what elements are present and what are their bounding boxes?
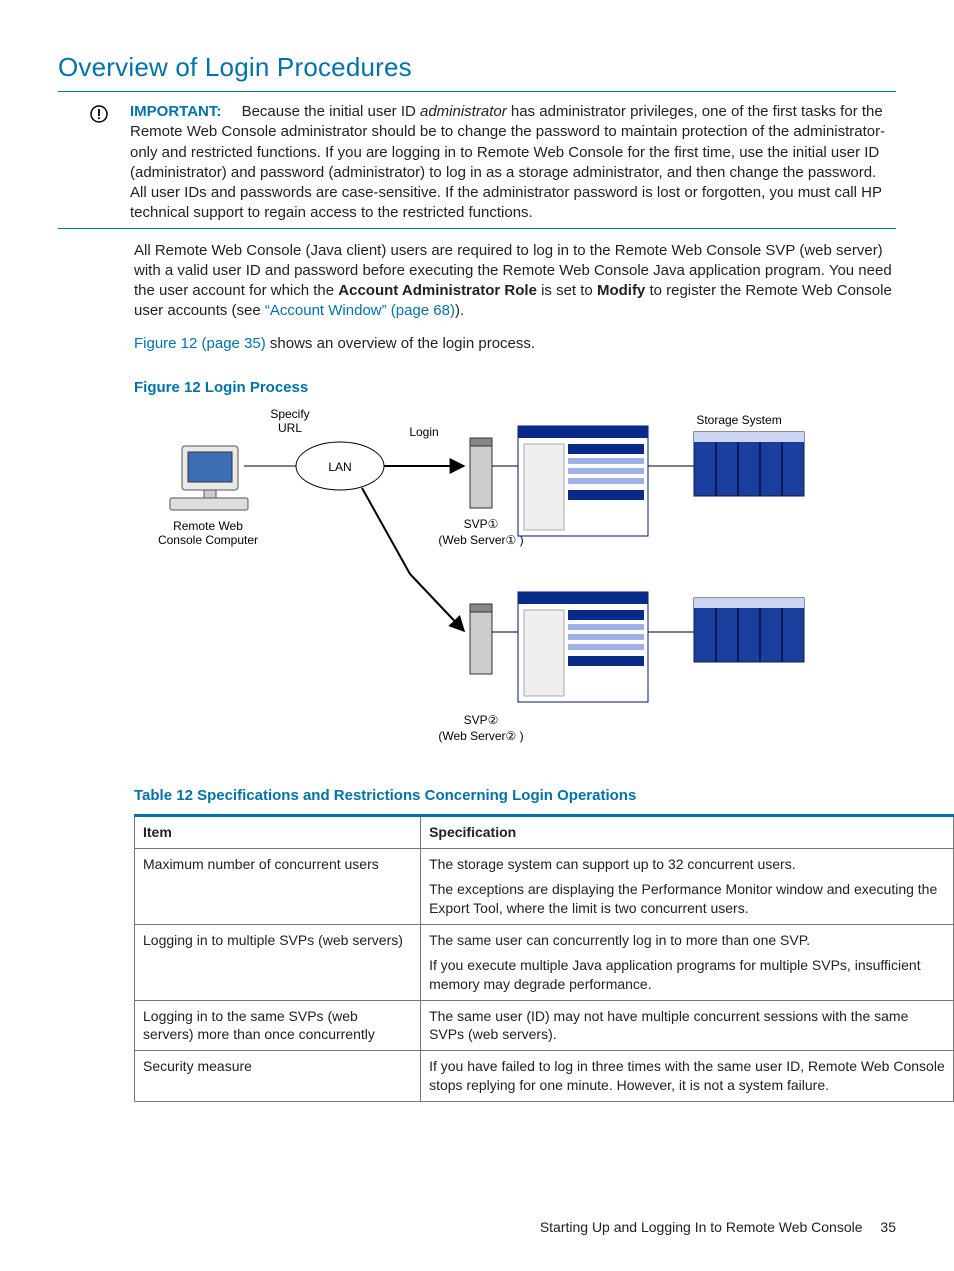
cell-item: Maximum number of concurrent users [135,849,421,925]
page-footer: Starting Up and Logging In to Remote Web… [540,1218,896,1237]
storage-array-1 [694,432,804,496]
spec-line: The same user (ID) may not have multiple… [429,1007,945,1045]
storage-array-2 [694,598,804,662]
specify-url-1: Specify [270,407,309,421]
table-header-row: Item Specification [135,816,954,849]
svp2-server-icon [470,604,492,674]
svp1-label: SVP① [464,517,499,531]
arrow-login-svp2 [362,488,464,631]
table-row: Security measure If you have failed to l… [135,1051,954,1102]
table-caption: Table 12 Specifications and Restrictions… [134,786,896,806]
console-window-2 [518,592,648,702]
cross-ref-figure-12[interactable]: Figure 12 (page 35) [134,335,266,352]
table-row: Logging in to the same SVPs (web servers… [135,1000,954,1051]
page: Overview of Login Procedures IMPORTANT: … [0,0,954,1271]
cell-item: Security measure [135,1051,421,1102]
cell-item: Logging in to the same SVPs (web servers… [135,1000,421,1051]
console-window-1 [518,426,648,536]
page-number: 35 [880,1219,896,1235]
cell-spec: If you have failed to log in three times… [421,1051,954,1102]
storage-label: Storage System [696,413,781,427]
cross-ref-account-window[interactable]: “Account Window” (page 68) [265,302,455,319]
page-title: Overview of Login Procedures [58,50,896,85]
webserver1-label: (Web Server① ) [438,533,523,547]
spec-line: The same user can concurrently log in to… [429,931,945,950]
body-paragraph-1: All Remote Web Console (Java client) use… [134,241,896,322]
callout-rule [58,228,896,229]
figure-caption: Figure 12 Login Process [134,378,896,398]
p1-bold1: Account Administrator Role [338,282,537,299]
svp2-label: SVP② [464,713,499,727]
client-label-1: Remote Web [173,519,243,533]
p1c: is set to [537,282,597,299]
important-emph: administrator [420,103,507,120]
spec-line: If you have failed to log in three times… [429,1057,945,1095]
login-label: Login [409,425,438,439]
lan-label: LAN [328,460,351,474]
table-row: Maximum number of concurrent users The s… [135,849,954,925]
login-process-diagram: Remote Web Console Computer LAN Specify … [134,406,896,776]
svp1-server-icon [470,438,492,508]
body-paragraph-2: Figure 12 (page 35) shows an overview of… [134,334,896,354]
specify-url-2: URL [278,421,302,435]
cell-spec: The same user can concurrently log in to… [421,924,954,1000]
col-header-item: Item [135,816,421,849]
important-label: IMPORTANT: [130,103,221,120]
cell-spec: The same user (ID) may not have multiple… [421,1000,954,1051]
p1f: ). [455,302,464,319]
important-text: IMPORTANT: Because the initial user ID a… [130,102,896,224]
cell-spec: The storage system can support up to 32 … [421,849,954,925]
important-icon [90,105,108,123]
spec-line: If you execute multiple Java application… [429,956,945,994]
spec-line: The exceptions are displaying the Perfor… [429,880,945,918]
table-row: Logging in to multiple SVPs (web servers… [135,924,954,1000]
title-rule [58,91,896,92]
footer-text: Starting Up and Logging In to Remote Web… [540,1219,863,1235]
spec-line: The storage system can support up to 32 … [429,855,945,874]
important-rest: has administrator privileges, one of the… [130,103,885,221]
cell-item: Logging in to multiple SVPs (web servers… [135,924,421,1000]
client-computer-icon [170,446,248,510]
col-header-spec: Specification [421,816,954,849]
spec-table: Item Specification Maximum number of con… [134,814,954,1102]
client-label-2: Console Computer [158,533,258,547]
p2rest: shows an overview of the login process. [266,335,535,352]
webserver2-label: (Web Server② ) [438,729,523,743]
important-callout: IMPORTANT: Because the initial user ID a… [58,102,896,224]
important-leading: Because the initial user ID [242,103,420,120]
p1-bold2: Modify [597,282,645,299]
